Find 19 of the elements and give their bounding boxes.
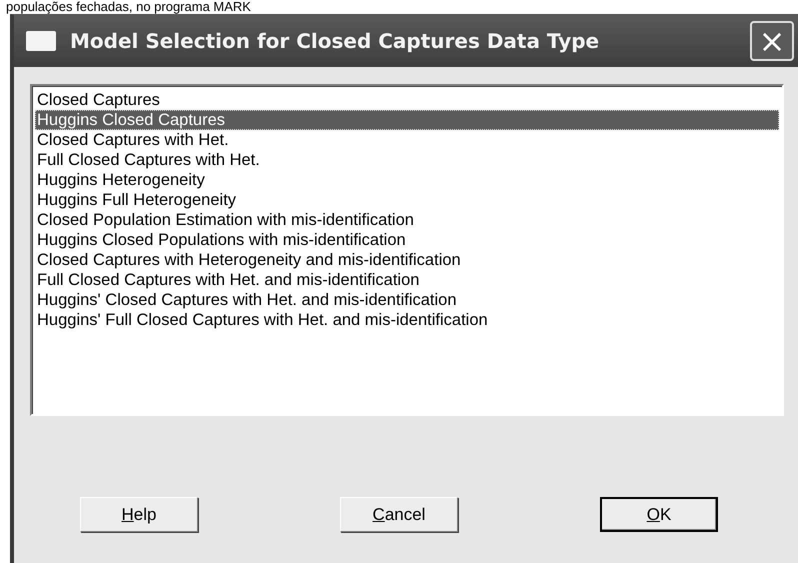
list-item[interactable]: Closed Captures with Heterogeneity and mis-identification — [35, 250, 779, 270]
list-item[interactable]: Huggins Closed Captures — [35, 110, 779, 130]
list-item[interactable]: Huggins Full Heterogeneity — [35, 190, 779, 210]
list-item[interactable]: Full Closed Captures with Het. and mis-identification — [35, 270, 779, 290]
list-item[interactable]: Huggins' Closed Captures with Het. and mis-identification — [35, 290, 779, 310]
caption-text: populações fechadas, no programa MARK — [5, 0, 252, 14]
list-item[interactable]: Huggins' Full Closed Captures with Het. and mis-identification — [35, 310, 779, 330]
list-item[interactable]: Closed Population Estimation with mis-identification — [35, 210, 779, 230]
list-item[interactable]: Huggins Heterogeneity — [35, 170, 779, 190]
list-item[interactable]: Closed Captures with Het. — [35, 130, 779, 150]
default-button[interactable]: OK — [600, 497, 718, 532]
dialog-button[interactable]: Cancel — [340, 497, 458, 532]
list-item[interactable]: Full Closed Captures with Het. — [35, 150, 779, 170]
close-button[interactable]: × — [750, 21, 794, 61]
window-title: Model Selection for Closed Captures Data Type — [70, 29, 600, 53]
list-item[interactable]: Closed Captures — [35, 90, 779, 110]
dialog-button[interactable]: Help — [80, 497, 198, 532]
list-item[interactable]: Huggins Closed Populations with mis-identification — [35, 230, 779, 250]
window-icon — [26, 31, 56, 51]
